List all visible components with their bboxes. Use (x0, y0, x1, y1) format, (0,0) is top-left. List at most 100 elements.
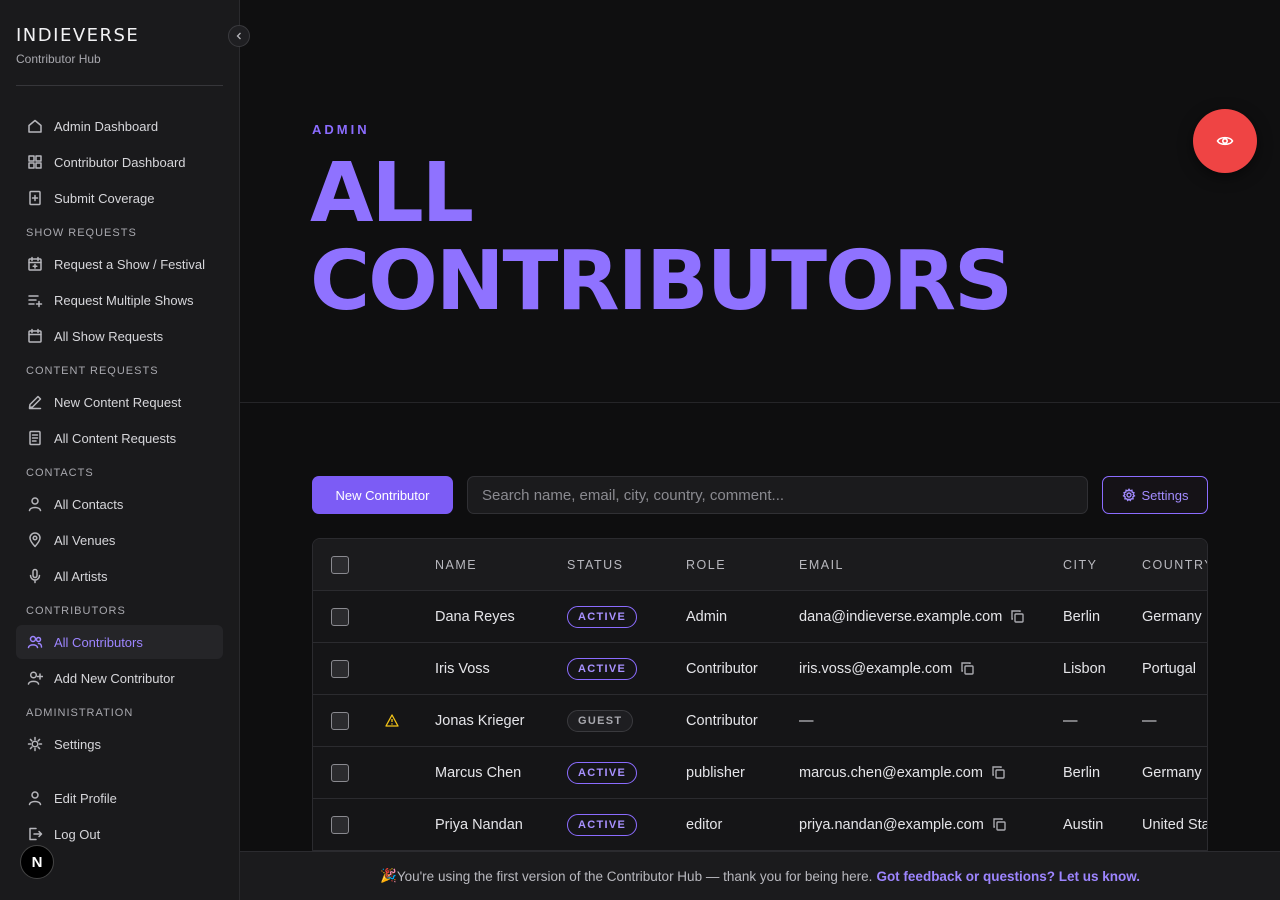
brand[interactable]: INDIEVERSE Contributor Hub (16, 25, 139, 66)
sidebar-item-admin-dashboard[interactable]: Admin Dashboard (16, 109, 223, 143)
users-icon (26, 633, 44, 651)
column-header-country[interactable]: COUNTRY (1142, 539, 1207, 590)
column-header-name[interactable]: NAME (435, 539, 477, 590)
row-checkbox[interactable] (331, 607, 349, 626)
table-header-row: NAME STATUS ROLE EMAIL CITY COUNTRY (313, 539, 1207, 591)
sidebar-item-label: All Venues (54, 532, 116, 548)
cell-email: iris.voss@example.com (799, 643, 975, 694)
grid-icon (26, 153, 44, 171)
row-select-cell (331, 643, 349, 694)
table-row[interactable]: Dana Reyes ACTIVE Admin dana@indieverse.… (313, 591, 1207, 643)
sidebar-item-log-out[interactable]: Log Out (16, 817, 223, 851)
cell-email: dana@indieverse.example.com (799, 591, 1025, 642)
divider (16, 85, 223, 86)
feedback-link[interactable]: Got feedback or questions? Let us know. (876, 869, 1140, 884)
row-checkbox[interactable] (331, 659, 349, 678)
column-header-city[interactable]: CITY (1063, 539, 1097, 590)
sidebar-item-contributor-dashboard[interactable]: Contributor Dashboard (16, 145, 223, 179)
sidebar-item-all-contributors[interactable]: All Contributors (16, 625, 223, 659)
sidebar-item-submit-coverage[interactable]: Submit Coverage (16, 181, 223, 215)
copy-icon[interactable] (991, 765, 1006, 780)
banner-message: You're using the first version of the Co… (396, 868, 873, 884)
cell-warning (385, 695, 399, 746)
user-icon (26, 495, 44, 513)
list-plus-icon (26, 291, 44, 309)
map-pin-icon (26, 531, 44, 549)
row-checkbox[interactable] (331, 815, 349, 834)
contributors-table: NAME STATUS ROLE EMAIL CITY COUNTRY Dana… (312, 538, 1208, 858)
eye-icon (1216, 136, 1234, 146)
cell-role: Contributor (686, 712, 758, 729)
sidebar-item-request-multiple-shows[interactable]: Request Multiple Shows (16, 283, 223, 317)
column-header-role[interactable]: ROLE (686, 539, 726, 590)
sidebar-item-label: Request a Show / Festival (54, 256, 206, 272)
settings-label: Settings (1141, 487, 1189, 503)
collapse-sidebar-button[interactable] (228, 25, 250, 47)
table-row[interactable]: Iris Voss ACTIVE Contributor iris.voss@e… (313, 643, 1207, 695)
dev-tools-badge[interactable]: N (20, 845, 54, 879)
row-select-cell (331, 747, 349, 798)
sidebar-item-all-artists[interactable]: All Artists (16, 559, 223, 593)
sidebar-nav: Admin Dashboard Contributor Dashboard Su… (16, 109, 223, 853)
sidebar-item-label: All Contributors (54, 634, 143, 650)
page-title-line-1: ALL (310, 146, 474, 241)
sidebar-item-all-show-requests[interactable]: All Show Requests (16, 319, 223, 353)
status-badge: ACTIVE (567, 761, 638, 784)
cell-name[interactable]: Dana Reyes (435, 591, 515, 642)
column-header-email[interactable]: EMAIL (799, 539, 844, 590)
row-checkbox[interactable] (331, 711, 349, 730)
main-content: ADMIN ALL CONTRIBUTORS New Contributor S… (240, 0, 1280, 900)
select-all-checkbox[interactable] (331, 555, 349, 574)
cell-city: Berlin (1063, 764, 1101, 781)
table-row[interactable]: Marcus Chen ACTIVE publisher marcus.chen… (313, 747, 1207, 799)
cell-city: Austin (1063, 816, 1104, 833)
preview-fab-button[interactable] (1193, 109, 1257, 173)
cell-status: ACTIVE (567, 643, 638, 694)
sidebar-item-all-venues[interactable]: All Venues (16, 523, 223, 557)
page-title-line-2: CONTRIBUTORS (310, 234, 1013, 329)
file-plus-icon (26, 189, 44, 207)
cell-name[interactable]: Marcus Chen (435, 747, 521, 798)
party-emoji: 🎉 (380, 868, 397, 883)
column-header-status[interactable]: STATUS (567, 539, 623, 590)
cell-country: Portugal (1142, 660, 1197, 677)
cell-country: United States (1142, 816, 1208, 833)
email-text: priya.nandan@example.com (799, 816, 984, 833)
sidebar-item-edit-profile[interactable]: Edit Profile (16, 781, 223, 815)
cell-status: ACTIVE (567, 747, 638, 798)
sidebar-item-all-content-requests[interactable]: All Content Requests (16, 421, 223, 455)
search-input[interactable] (467, 476, 1088, 514)
cell-status: GUEST (567, 695, 634, 746)
table-row[interactable]: Priya Nandan ACTIVE editor priya.nandan@… (313, 799, 1208, 851)
cell-city: Lisbon (1063, 660, 1106, 677)
sidebar-item-settings[interactable]: Settings (16, 727, 223, 761)
calendar-icon (26, 327, 44, 345)
new-contributor-button[interactable]: New Contributor (312, 476, 453, 514)
cell-country: — (1142, 712, 1157, 729)
logout-icon (26, 825, 44, 843)
table-row[interactable]: Jonas Krieger GUEST Contributor — — — (313, 695, 1207, 747)
sidebar: INDIEVERSE Contributor Hub Admin Dashboa… (0, 0, 250, 900)
table-settings-button[interactable]: Settings (1102, 476, 1208, 514)
cell-city: — (1063, 712, 1078, 729)
row-checkbox[interactable] (331, 763, 349, 782)
cell-name[interactable]: Iris Voss (435, 643, 490, 694)
section-content-requests: CONTENT REQUESTS (26, 365, 159, 377)
sidebar-item-new-content-request[interactable]: New Content Request (16, 385, 223, 419)
cell-email: — (799, 712, 814, 729)
pen-icon (26, 393, 44, 411)
home-icon (26, 117, 44, 135)
cell-name[interactable]: Priya Nandan (435, 799, 523, 850)
copy-icon[interactable] (992, 817, 1007, 832)
sidebar-item-all-contacts[interactable]: All Contacts (16, 487, 223, 521)
sidebar-item-request-show[interactable]: Request a Show / Festival (16, 247, 223, 281)
cell-name[interactable]: Jonas Krieger (435, 695, 524, 746)
status-badge: ACTIVE (567, 657, 638, 680)
copy-icon[interactable] (1010, 609, 1025, 624)
microphone-icon (26, 567, 44, 585)
brand-subtitle: Contributor Hub (16, 52, 101, 66)
sidebar-item-add-new-contributor[interactable]: Add New Contributor (16, 661, 223, 695)
row-select-cell (331, 591, 349, 642)
copy-icon[interactable] (960, 661, 975, 676)
